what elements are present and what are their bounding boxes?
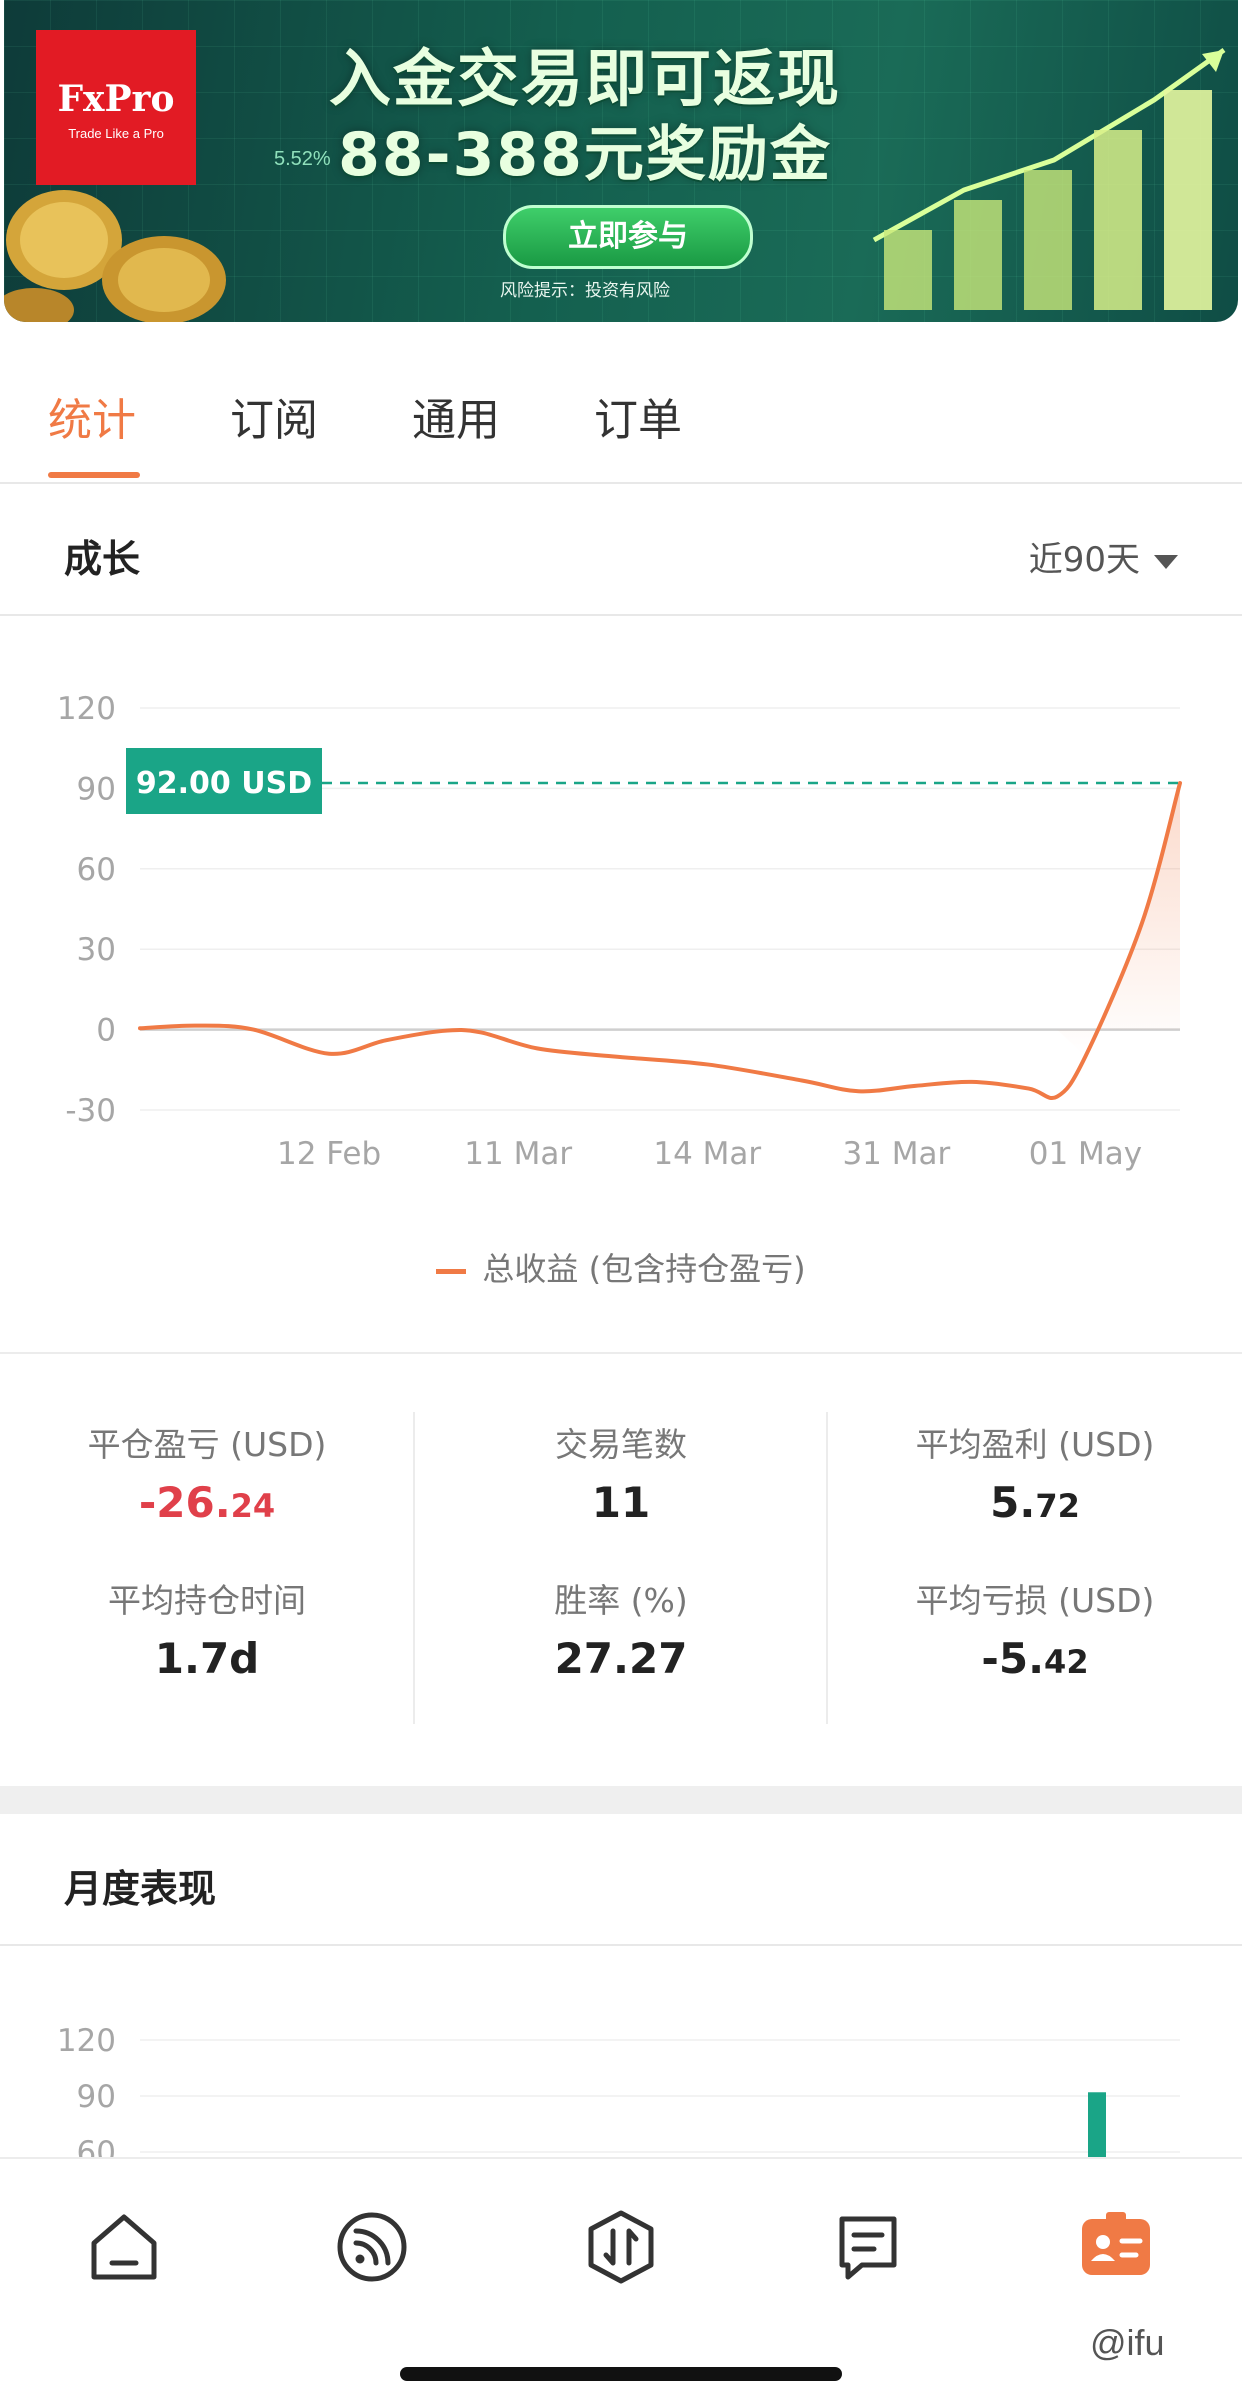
stat-value-dec: 72 [1035,1487,1080,1525]
stat-column-separator [826,1412,828,1724]
tab-statistics[interactable]: 统计 [48,384,136,448]
tab-orders[interactable]: 订单 [594,384,682,448]
stat-value-int: 1.7d [154,1634,260,1683]
orders-icon [839,2216,897,2280]
stat-average-holding-time: 平均持仓时间 1.7d [0,1574,414,1683]
y-tick-label: 120 [57,691,116,727]
join-now-button[interactable]: 立即参与 [503,205,753,269]
monthly-bar-chart: 120 90 60 [57,2023,1180,2157]
y-tick-label: 60 [77,852,116,888]
home-icon [91,2214,157,2280]
home-indicator[interactable] [400,2367,842,2381]
caret-down-icon [1154,554,1178,569]
legend-swatch [436,1268,467,1274]
tab-subscription[interactable]: 订阅 [230,384,318,448]
stat-label: 平仓盈亏 (USD) [87,1425,327,1464]
tab-bar: 统计 订阅 通用 订单 [0,322,1242,484]
range-label: 近90天 [1028,540,1140,580]
stat-value-dec: 42 [1044,1643,1089,1681]
x-tick-label: 14 Mar [653,1136,761,1172]
promo-banner[interactable]: FxPro Trade Like a Pro 5.52% 入金交易即可返现 88… [4,0,1238,322]
stat-average-profit: 平均盈利 (USD) 5.72 [828,1418,1242,1527]
trade-icon [588,2210,654,2284]
stat-value: -5.42 [828,1634,1242,1683]
growth-title: 成长 [64,537,141,581]
x-tick-label: 11 Mar [464,1136,572,1172]
stat-trade-count: 交易笔数 11 [414,1418,828,1527]
monthly-title: 月度表现 [64,1867,217,1911]
section-gap [0,1786,1242,1814]
nav-feed[interactable] [332,2207,412,2287]
stat-value: 1.7d [0,1634,414,1683]
divider [0,1352,1242,1354]
nav-home[interactable] [84,2207,164,2287]
x-tick-label: 12 Feb [277,1136,381,1172]
y-tick-label: 120 [57,2023,116,2059]
y-tick-label: -30 [65,1093,116,1129]
stat-label: 胜率 (%) [554,1581,688,1620]
stat-average-loss: 平均亏损 (USD) -5.42 [828,1574,1242,1683]
stat-value-int: -26. [138,1478,231,1527]
stat-value-int: 5. [990,1478,1036,1527]
x-tick-label: 31 Mar [842,1136,950,1172]
stat-label: 平均亏损 (USD) [915,1581,1155,1620]
stat-value-dec: 24 [230,1487,276,1525]
current-value-label: 92.00 USD [136,766,312,801]
active-tab-indicator [48,472,140,478]
y-tick-label: 0 [96,1013,116,1049]
range-dropdown[interactable]: 近90天 [1029,532,1178,581]
stat-column-separator [413,1412,415,1724]
risk-notice: 风险提示：投资有风险 [500,281,670,301]
stat-win-rate: 胜率 (%) 27.27 [414,1574,828,1683]
watermark: @ifu [1090,2322,1165,2363]
growth-area-fill [1057,783,1180,1057]
x-tick-label: 01 May [1029,1136,1142,1172]
growth-header: 成长 近90天 [0,484,1242,616]
y-tick-label: 60 [77,2135,116,2157]
feed-icon [337,2212,407,2282]
nav-profile[interactable] [1076,2207,1156,2287]
banner-headline-2: 88-388元奖励金 [338,120,832,190]
tab-general[interactable]: 通用 [412,384,500,448]
y-tick-label: 30 [77,932,116,968]
growth-series-line [138,781,1182,1100]
growth-line-chart: 120 90 60 30 0 -30 12 Feb 11 Mar 14 Mar 31 Mar 01… [57,691,1182,1172]
stat-value: 11 [414,1478,828,1527]
stat-label: 平均盈利 (USD) [915,1425,1155,1464]
monthly-header: 月度表现 [0,1814,1242,1946]
y-tick-label: 90 [77,2079,116,2115]
legend-label: 总收益 (包含持仓盈亏) [482,1250,806,1288]
stat-value-int: 11 [591,1478,651,1527]
nav-trade[interactable] [581,2207,661,2287]
profile-card-icon [1082,2212,1150,2275]
stat-value-int: -5. [981,1634,1045,1683]
stat-value: -26.24 [0,1478,414,1527]
stat-value-int: 27.27 [554,1634,688,1683]
nav-orders[interactable] [828,2207,908,2287]
stat-value: 27.27 [414,1634,828,1683]
y-tick-label: 90 [77,771,116,807]
monthly-bar [1088,2092,1106,2157]
stat-closed-pnl: 平仓盈亏 (USD) -26.24 [0,1418,414,1527]
stat-label: 交易笔数 [555,1425,687,1464]
chart-legend: 总收益 (包含持仓盈亏) [0,1244,1242,1290]
stat-value: 5.72 [828,1478,1242,1527]
banner-headline-1: 入金交易即可返现 [328,42,841,115]
stat-label: 平均持仓时间 [108,1581,306,1620]
